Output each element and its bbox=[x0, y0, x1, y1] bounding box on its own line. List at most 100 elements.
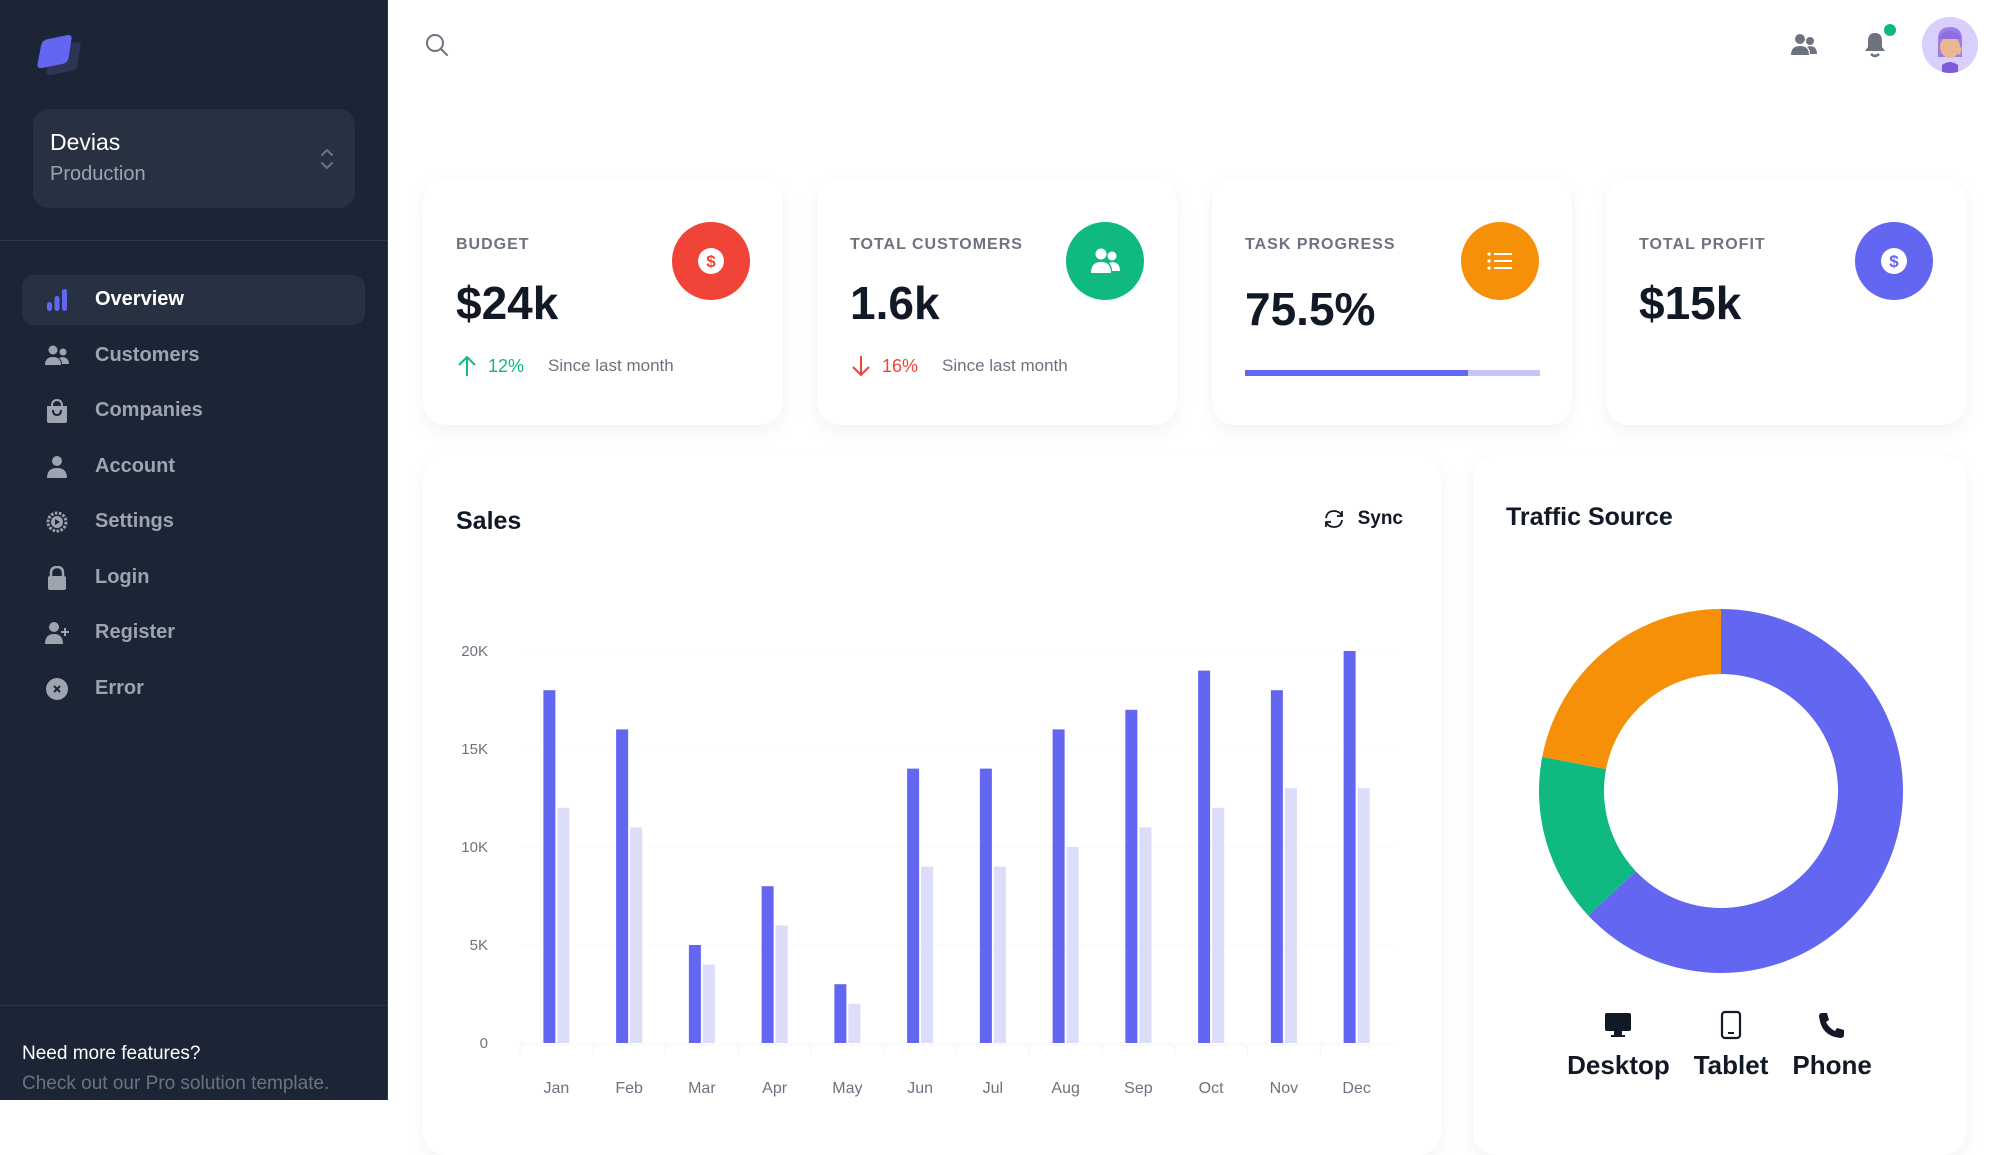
sidebar-item-companies[interactable]: Companies bbox=[22, 386, 365, 436]
x-tick-label: Feb bbox=[615, 1080, 643, 1097]
bar-last-year-apr[interactable] bbox=[775, 925, 788, 1043]
bar-this-year-jan[interactable] bbox=[543, 690, 556, 1043]
stat-value: 75.5% bbox=[1245, 283, 1376, 335]
user-icon bbox=[47, 455, 67, 478]
y-tick-label: 15K bbox=[461, 741, 488, 758]
sidebar-nav: Overview Customers Companies Account Set… bbox=[22, 275, 365, 719]
x-tick-label: Jul bbox=[983, 1080, 1003, 1097]
sidebar-divider bbox=[0, 1005, 388, 1006]
sync-button[interactable]: Sync bbox=[1322, 507, 1403, 531]
bar-this-year-may[interactable] bbox=[834, 984, 847, 1043]
stat-label: TOTAL CUSTOMERS bbox=[850, 236, 1023, 253]
total-customers-card: TOTAL CUSTOMERS 1.6k 16% Since last mont… bbox=[817, 178, 1177, 425]
avatar-image bbox=[1922, 17, 1978, 73]
list-bullet-icon bbox=[1461, 222, 1539, 300]
users-icon bbox=[1066, 222, 1144, 300]
bar-last-year-feb[interactable] bbox=[630, 827, 643, 1043]
sidebar-item-label: Companies bbox=[95, 399, 203, 421]
x-tick-label: May bbox=[832, 1080, 862, 1097]
bar-this-year-apr[interactable] bbox=[761, 886, 774, 1043]
promo-title: Need more features? bbox=[22, 1043, 201, 1064]
logo-icon[interactable] bbox=[33, 32, 81, 80]
stat-trend: 16% Since last month bbox=[850, 354, 1068, 378]
sidebar-item-label: Register bbox=[95, 621, 176, 643]
stat-value: $15k bbox=[1639, 277, 1742, 329]
sidebar-item-error[interactable]: Error bbox=[22, 664, 365, 714]
trend-caption: Since last month bbox=[548, 356, 674, 375]
stat-value: 1.6k bbox=[850, 277, 940, 329]
stat-label: TOTAL PROFIT bbox=[1639, 236, 1766, 253]
bar-last-year-sep[interactable] bbox=[1139, 827, 1152, 1043]
sidebar-item-customers[interactable]: Customers bbox=[22, 331, 365, 381]
bar-last-year-nov[interactable] bbox=[1284, 788, 1297, 1043]
arrow-down-icon bbox=[852, 356, 870, 377]
x-tick-label: Sep bbox=[1124, 1080, 1153, 1097]
users-icon bbox=[45, 345, 69, 365]
trend-value: 16% bbox=[882, 355, 919, 376]
legend-item-tablet: Tablet bbox=[1693, 1010, 1769, 1081]
sidebar-item-login[interactable]: Login bbox=[22, 553, 365, 603]
bar-this-year-mar[interactable] bbox=[688, 945, 701, 1043]
bar-this-year-sep[interactable] bbox=[1125, 709, 1138, 1043]
sidebar-item-account[interactable]: Account bbox=[22, 442, 365, 492]
x-tick-label: Oct bbox=[1199, 1080, 1224, 1097]
user-plus-icon bbox=[45, 622, 69, 644]
avatar[interactable] bbox=[1922, 17, 1978, 73]
chevron-up-down-icon bbox=[321, 149, 333, 169]
arrow-up-icon bbox=[458, 355, 476, 376]
bar-last-year-oct[interactable] bbox=[1212, 807, 1225, 1043]
bar-this-year-aug[interactable] bbox=[1052, 729, 1065, 1043]
lock-icon bbox=[48, 565, 66, 590]
bar-last-year-jul[interactable] bbox=[993, 866, 1006, 1043]
bar-last-year-jan[interactable] bbox=[557, 807, 570, 1043]
stat-label: TASK PROGRESS bbox=[1245, 236, 1396, 253]
trend-value: 12% bbox=[488, 355, 525, 376]
legend-label: Tablet bbox=[1693, 1050, 1769, 1080]
bar-last-year-dec[interactable] bbox=[1357, 788, 1370, 1043]
sidebar-item-register[interactable]: Register bbox=[22, 608, 365, 658]
bar-this-year-jun[interactable] bbox=[907, 768, 920, 1043]
x-tick-label: Mar bbox=[688, 1080, 716, 1097]
y-tick-label: 10K bbox=[461, 839, 488, 856]
stat-label: BUDGET bbox=[456, 236, 530, 253]
contacts-icon[interactable] bbox=[1789, 30, 1819, 60]
sidebar-item-settings[interactable]: Settings bbox=[22, 497, 365, 547]
promo-subtitle[interactable]: Check out our Pro solution template. bbox=[22, 1073, 329, 1095]
x-circle-icon bbox=[46, 677, 68, 700]
sidebar-item-overview[interactable]: Overview bbox=[22, 275, 365, 325]
bar-this-year-jul[interactable] bbox=[979, 768, 992, 1043]
currency-dollar-icon: $ bbox=[672, 222, 750, 300]
currency-dollar-icon: $ bbox=[1855, 222, 1933, 300]
workspace-environment: Production bbox=[50, 163, 146, 185]
bar-last-year-mar[interactable] bbox=[702, 964, 715, 1043]
bar-this-year-nov[interactable] bbox=[1270, 690, 1283, 1043]
donut-slice-phone[interactable] bbox=[1542, 609, 1721, 770]
chart-bar-icon bbox=[47, 289, 67, 311]
task-progress-card: TASK PROGRESS 75.5% bbox=[1212, 178, 1572, 425]
sidebar-item-label: Login bbox=[95, 565, 150, 588]
desktop-icon bbox=[1605, 1013, 1632, 1037]
bar-this-year-oct[interactable] bbox=[1198, 670, 1211, 1043]
y-tick-label: 20K bbox=[461, 643, 488, 660]
search-icon[interactable] bbox=[424, 32, 450, 58]
x-tick-label: Jun bbox=[907, 1080, 933, 1097]
sync-label: Sync bbox=[1357, 508, 1403, 529]
stat-value: $24k bbox=[456, 277, 559, 329]
sales-card: 0 5K 10K 15K 20K Jan Feb Mar Apr May Jun Jul Aug Sep O… bbox=[423, 455, 1441, 1155]
bar-last-year-jun[interactable] bbox=[921, 866, 934, 1043]
sidebar-divider bbox=[0, 240, 388, 241]
cog-icon bbox=[46, 511, 68, 533]
legend-label: Phone bbox=[1792, 1050, 1872, 1080]
traffic-legend: Desktop Tablet Phone bbox=[1473, 1010, 1966, 1081]
svg-text:$: $ bbox=[706, 252, 716, 271]
bar-this-year-dec[interactable] bbox=[1343, 651, 1356, 1043]
bar-last-year-may[interactable] bbox=[848, 1003, 861, 1043]
phone-icon bbox=[1819, 1013, 1845, 1038]
bar-this-year-feb[interactable] bbox=[616, 729, 629, 1043]
stat-trend: 12% Since last month bbox=[456, 354, 674, 378]
sidebar-item-label: Account bbox=[95, 454, 175, 477]
bar-last-year-aug[interactable] bbox=[1066, 847, 1079, 1043]
workspace-selector[interactable]: Devias Production bbox=[33, 109, 355, 208]
legend-item-desktop: Desktop bbox=[1567, 1010, 1670, 1081]
x-tick-label: Apr bbox=[762, 1080, 788, 1097]
